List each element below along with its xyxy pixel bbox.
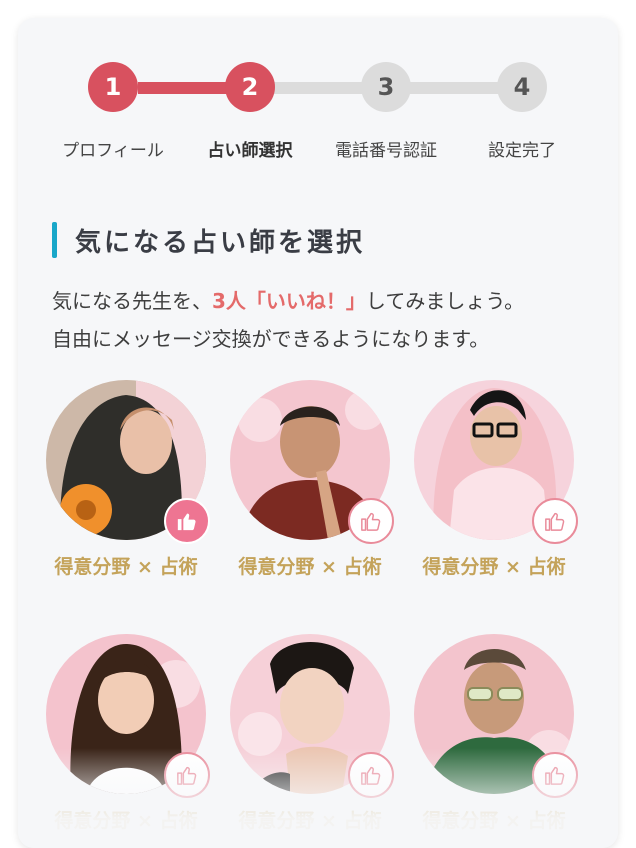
progress-stepper: 1 2 3 4 プロフィール 占い師選択 電話番号認証 設定完了 (18, 18, 618, 178)
step-4-circle: 4 (497, 62, 547, 112)
thumbs-up-icon (361, 766, 381, 785)
step-1-circle: 1 (88, 62, 138, 112)
thumbs-up-icon (545, 766, 565, 785)
thumbs-up-icon (177, 766, 197, 785)
like-count-highlight: 3人「いいね！」 (212, 289, 366, 313)
like-button[interactable] (348, 752, 394, 798)
specialty-label: 得意分野 × 占術 (238, 810, 382, 832)
step-4-label: 設定完了 (488, 141, 556, 161)
step-2-circle: 2 (225, 62, 275, 112)
step-2-label: 占い師選択 (207, 141, 293, 161)
thumbs-up-icon (545, 512, 565, 531)
heading-accent-bar (52, 222, 57, 258)
instructions-line-1: 気になる先生を、3人「いいね！」してみましょう。 (52, 289, 525, 313)
thumbs-up-icon (177, 513, 196, 531)
step-1-label: プロフィール (62, 141, 164, 161)
instructions-line-2: 自由にメッセージ交換ができるようになります。 (52, 327, 490, 351)
step-3-label: 電話番号認証 (335, 141, 437, 161)
specialty-label: 得意分野 × 占術 (54, 556, 198, 578)
like-button[interactable] (532, 498, 578, 544)
like-button[interactable] (348, 498, 394, 544)
thumbs-up-icon (361, 512, 381, 531)
specialty-label: 得意分野 × 占術 (238, 556, 382, 578)
like-button[interactable] (164, 498, 210, 544)
like-button[interactable] (164, 752, 210, 798)
specialty-label: 得意分野 × 占術 (422, 810, 566, 832)
page-title: 気になる占い師を選択 (75, 227, 366, 258)
specialty-label: 得意分野 × 占術 (54, 810, 198, 832)
step-3-circle: 3 (361, 62, 411, 112)
signup-card: 1 2 3 4 プロフィール 占い師選択 電話番号認証 設定完了 気になる占い師… (18, 18, 618, 848)
like-button[interactable] (532, 752, 578, 798)
section-heading: 気になる占い師を選択 (52, 222, 365, 258)
instructions: 気になる先生を、3人「いいね！」してみましょう。 自由にメッセージ交換ができるよ… (52, 282, 612, 358)
specialty-label: 得意分野 × 占術 (422, 556, 566, 578)
